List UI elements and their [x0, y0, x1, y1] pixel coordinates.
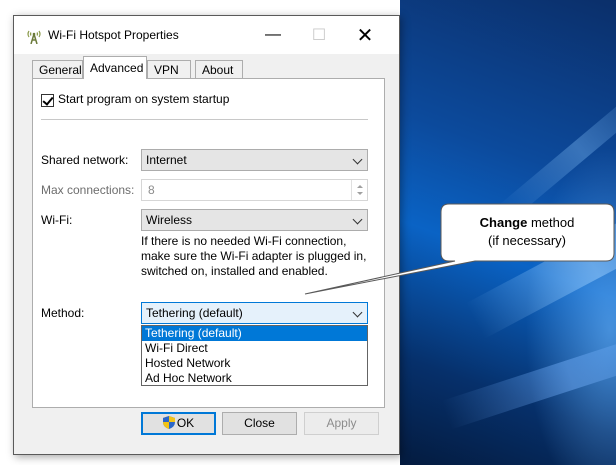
method-option[interactable]: Hosted Network	[142, 356, 367, 371]
shared-network-select[interactable]: Internet	[141, 149, 368, 171]
tab-advanced[interactable]: Advanced	[83, 56, 147, 79]
method-select[interactable]: Tethering (default)	[141, 302, 368, 324]
minimize-button[interactable]: —	[250, 16, 296, 54]
method-option[interactable]: Ad Hoc Network	[142, 371, 367, 386]
separator	[41, 119, 368, 120]
max-connections-stepper[interactable]: 8	[141, 179, 368, 201]
close-window-button[interactable]: ✕	[342, 16, 388, 54]
tab-about[interactable]: About	[195, 60, 243, 79]
max-connections-label: Max connections:	[41, 183, 135, 197]
callout-line2: (if necessary)	[487, 233, 567, 248]
properties-window: Wi-Fi Hotspot Properties — ☐ ✕ General A…	[13, 15, 400, 455]
tab-general[interactable]: General	[32, 60, 83, 79]
shared-network-label: Shared network:	[41, 153, 129, 167]
window-title: Wi-Fi Hotspot Properties	[48, 28, 179, 42]
wifi-hint: If there is no needed Wi-Fi connection, …	[141, 234, 367, 278]
startup-label: Start program on system startup	[58, 92, 230, 106]
maximize-button[interactable]: ☐	[296, 16, 342, 54]
tab-vpn[interactable]: VPN	[147, 60, 191, 79]
uac-shield-icon	[162, 416, 175, 429]
method-option[interactable]: Wi-Fi Direct	[142, 341, 367, 356]
callout-rest: method	[527, 215, 575, 230]
arrow-down-icon[interactable]	[357, 192, 363, 195]
wifi-tower-icon	[27, 30, 41, 44]
arrow-up-icon[interactable]	[357, 185, 363, 188]
wifi-label: Wi-Fi:	[41, 213, 73, 227]
ok-button[interactable]: OK	[141, 412, 216, 435]
close-button[interactable]: Close	[222, 412, 297, 435]
shared-network-value: Internet	[146, 153, 187, 167]
chevron-down-icon	[352, 214, 363, 225]
method-option[interactable]: Tethering (default)	[142, 326, 367, 341]
wifi-value: Wireless	[146, 213, 193, 227]
wifi-select[interactable]: Wireless	[141, 209, 368, 231]
stepper-buttons[interactable]	[351, 180, 367, 200]
startup-checkbox[interactable]	[41, 94, 54, 107]
callout-text: Change method (if necessary)	[443, 214, 611, 250]
title-bar: Wi-Fi Hotspot Properties — ☐ ✕	[14, 16, 399, 54]
advanced-panel: Start program on system startup Shared n…	[32, 78, 385, 408]
method-label: Method:	[41, 306, 85, 320]
max-connections-value: 8	[148, 183, 155, 197]
method-dropdown-list: Tethering (default) Wi-Fi Direct Hosted …	[141, 325, 368, 386]
callout-bold: Change	[479, 215, 528, 230]
chevron-down-icon	[352, 154, 363, 165]
ok-label: OK	[176, 416, 195, 430]
chevron-down-icon	[352, 307, 363, 318]
method-value: Tethering (default)	[146, 306, 243, 320]
apply-button[interactable]: Apply	[304, 412, 379, 435]
